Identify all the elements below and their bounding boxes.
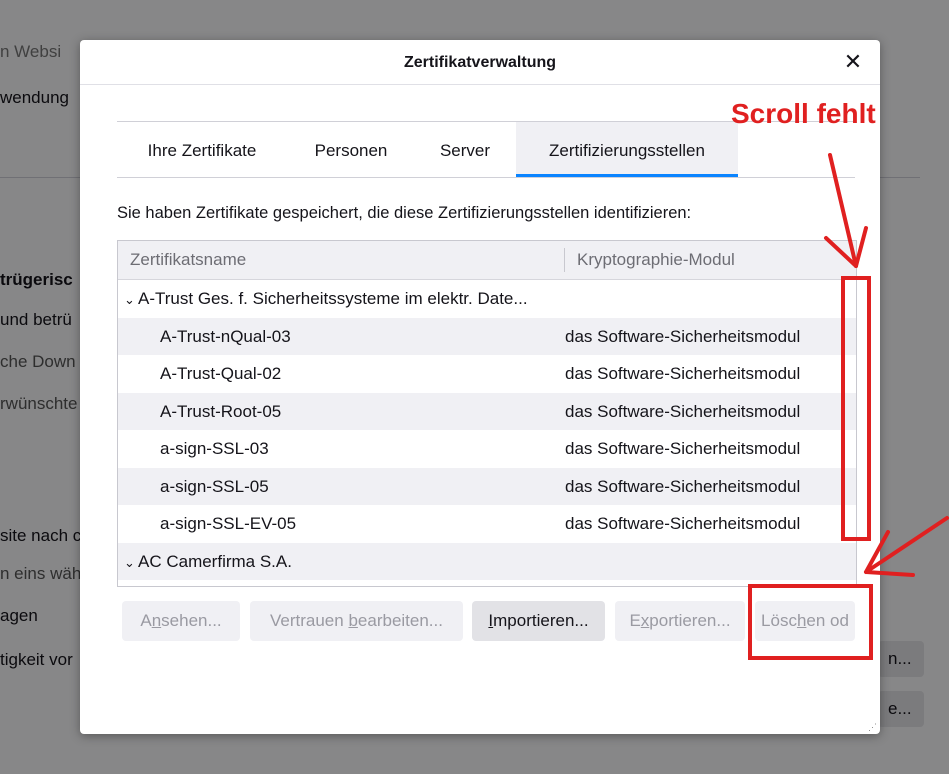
cert-name: a-sign-SSL-03 (160, 439, 269, 458)
btn-accesskey: b (348, 611, 358, 630)
group-label: ⌄ A-Trust Ges. f. Sicherheitssysteme im e… (124, 289, 528, 309)
group-name: A-Trust Ges. f. Sicherheitssysteme im el… (138, 289, 528, 308)
annotation-box-scrollbar (841, 276, 871, 541)
cert-module: das Software-Sicherheitsmodul (565, 364, 801, 383)
tree-row[interactable]: A-Trust-Qual-02 das Software-Sicherheits… (118, 355, 856, 393)
btn-accesskey: n (151, 611, 162, 630)
btn-text: Vertrauen (270, 611, 349, 630)
close-icon[interactable]: ✕ (840, 49, 866, 75)
cert-name: A-Trust-Qual-02 (160, 364, 282, 383)
group-label: ⌄ AC Camerfirma S.A. (124, 552, 292, 572)
annotation-text: Scroll fehlt (731, 98, 876, 129)
tree-group-row[interactable]: ⌄ AC Camerfirma S.A. (118, 542, 856, 580)
cert-name: a-sign-SSL-EV-05 (160, 514, 297, 533)
dialog-title: Zertifikatverwaltung (403, 54, 557, 71)
cert-module: das Software-Sicherheitsmodul (565, 476, 801, 496)
cert-name: A-Trust-Root-05 (160, 401, 282, 421)
btn-text: earbeiten... (357, 611, 443, 630)
column-header-module[interactable]: Kryptographie-Modul (577, 250, 735, 270)
cert-module: das Software-Sicherheitsmodul (565, 439, 801, 458)
chevron-down-icon[interactable]: ⌄ (124, 555, 138, 571)
tab-authorities[interactable]: Zertifizierungsstellen (516, 122, 738, 177)
tab-people[interactable]: Personen (287, 122, 415, 177)
tree-row[interactable]: A-Trust-Root-05 das Software-Sicherheits… (118, 392, 856, 430)
view-button[interactable]: Ansehen... (122, 601, 240, 641)
tree-row[interactable]: A-Trust-nQual-03 das Software-Sicherheit… (118, 317, 856, 355)
edit-trust-button[interactable]: Vertrauen bearbeiten... (250, 601, 463, 641)
cert-module: das Software-Sicherheitsmodul (565, 326, 801, 346)
cert-name: a-sign-SSL-05 (160, 476, 269, 496)
cert-name: A-Trust-nQual-03 (160, 326, 291, 346)
chevron-down-icon[interactable]: ⌄ (124, 292, 138, 308)
tree-row[interactable]: a-sign-SSL-EV-05 das Software-Sicherheit… (118, 505, 856, 543)
tab-bar: Ihre Zertifikate Personen Server Zertifi… (117, 122, 855, 178)
tree-row[interactable]: a-sign-SSL-03 das Software-Sicherheitsmo… (118, 430, 856, 468)
annotation-box-button (748, 584, 873, 660)
tree-header: Zertifikatsname Kryptographie-Modul (118, 241, 856, 280)
btn-accesskey: x (640, 611, 650, 630)
group-name: AC Camerfirma S.A. (138, 551, 292, 571)
intro-text: Sie haben Zertifikate gespeichert, die d… (117, 204, 692, 222)
btn-text: mportieren... (493, 611, 589, 630)
cert-module: das Software-Sicherheitsmodul (565, 401, 801, 421)
column-separator[interactable] (564, 248, 565, 272)
btn-text: portieren... (649, 611, 731, 630)
btn-text: sehen... (161, 611, 222, 630)
tree-row[interactable]: a-sign-SSL-05 das Software-Sicherheitsmo… (118, 467, 856, 505)
column-header-name[interactable]: Zertifikatsname (130, 250, 246, 270)
tab-servers[interactable]: Server (415, 122, 515, 177)
tab-your-certificates[interactable]: Ihre Zertifikate (117, 122, 287, 177)
resize-grip-icon[interactable]: ⋰ (868, 722, 878, 732)
cert-module: das Software-Sicherheitsmodul (565, 514, 801, 533)
export-button[interactable]: Exportieren... (615, 601, 745, 641)
tree-group-row[interactable]: ⌄ A-Trust Ges. f. Sicherheitssysteme im e… (118, 280, 856, 318)
btn-text: A (140, 611, 152, 630)
certificate-tree[interactable]: Zertifikatsname Kryptographie-Modul ⌄ A-T… (117, 240, 857, 587)
import-button[interactable]: Importieren... (472, 601, 605, 641)
dialog-header: Zertifikatverwaltung ✕ (80, 40, 880, 85)
btn-text: E (629, 611, 641, 630)
